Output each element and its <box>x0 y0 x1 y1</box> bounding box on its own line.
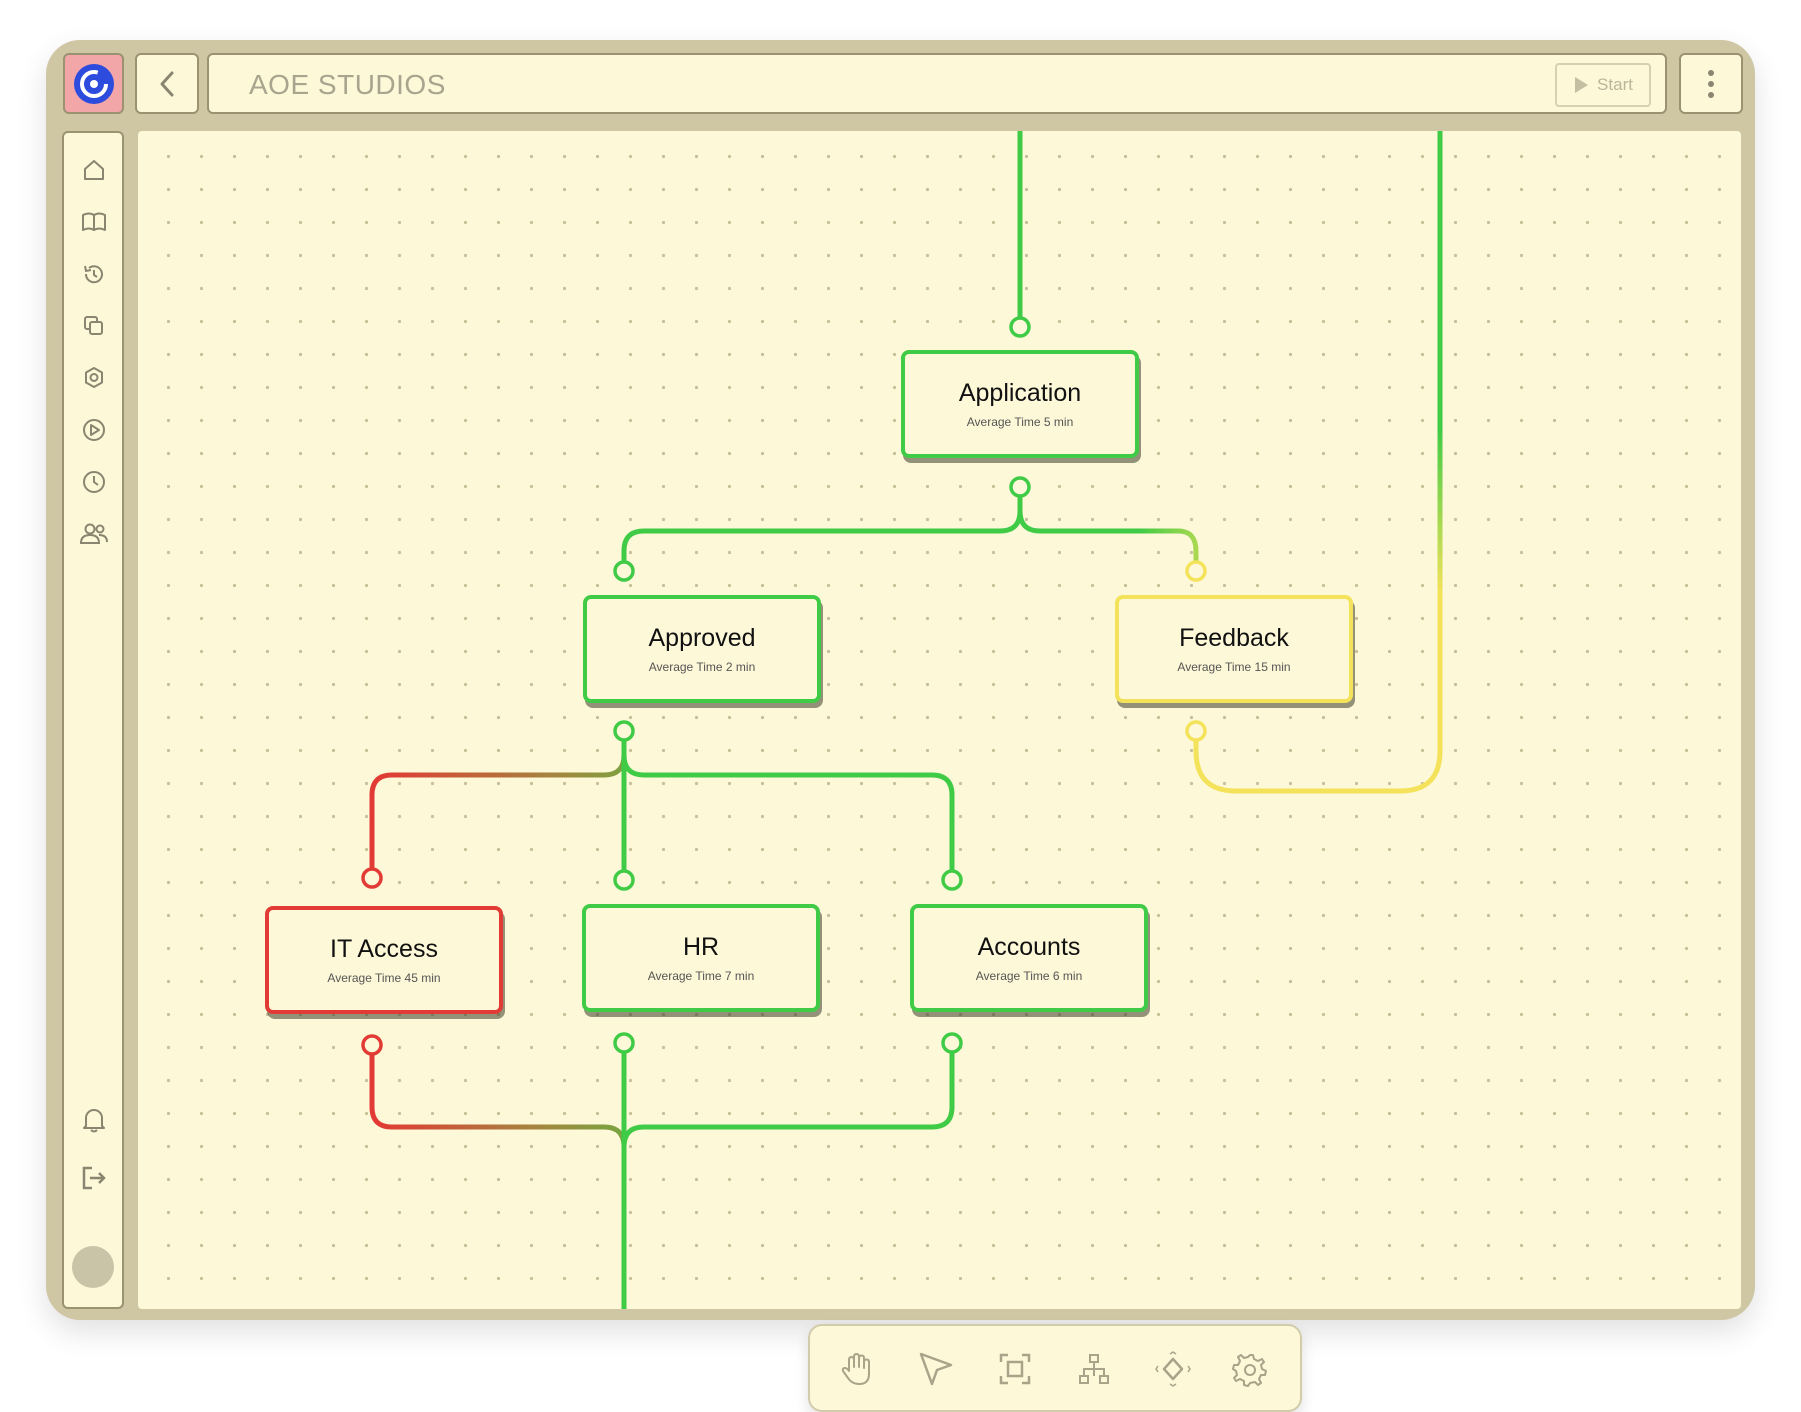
port-approved-in[interactable] <box>613 560 635 582</box>
node-average-time: Average Time 45 min <box>327 971 441 985</box>
port-accounts-out[interactable] <box>941 1032 963 1054</box>
app-logo[interactable] <box>63 53 124 114</box>
pointer-icon[interactable] <box>917 1350 955 1388</box>
node-it-access[interactable]: IT Access Average Time 45 min <box>265 906 503 1014</box>
node-average-time: Average Time 5 min <box>966 415 1074 429</box>
sidebar <box>62 131 124 1309</box>
more-menu-button[interactable] <box>1679 53 1743 114</box>
start-button[interactable]: Start <box>1555 63 1651 107</box>
hand-icon[interactable] <box>838 1350 876 1388</box>
chevron-left-icon <box>160 71 174 96</box>
play-icon <box>1575 77 1589 93</box>
node-application[interactable]: Application Average Time 5 min <box>901 350 1139 458</box>
port-application-in[interactable] <box>1009 316 1031 338</box>
flow-connections <box>361 131 1443 1309</box>
home-icon[interactable] <box>79 155 109 185</box>
logo-icon <box>73 63 114 104</box>
node-title: Accounts <box>977 933 1081 961</box>
node-title: IT Access <box>330 935 438 963</box>
node-hr[interactable]: HR Average Time 7 min <box>582 904 820 1012</box>
port-feedback-in[interactable] <box>1185 560 1207 582</box>
diamond-node-icon[interactable] <box>1154 1350 1192 1388</box>
node-average-time: Average Time 7 min <box>647 969 755 983</box>
settings-icon[interactable] <box>79 363 109 393</box>
connector-itaccess-merge <box>369 1044 627 1150</box>
port-accounts-in[interactable] <box>941 869 963 891</box>
port-hr-out[interactable] <box>613 1032 635 1054</box>
port-feedback-out[interactable] <box>1185 720 1207 742</box>
connector-application-feedback <box>1017 508 1199 574</box>
kebab-menu-icon <box>1708 69 1714 98</box>
node-average-time: Average Time 6 min <box>975 969 1083 983</box>
node-title: Feedback <box>1179 624 1289 652</box>
users-icon[interactable] <box>79 519 109 549</box>
book-icon[interactable] <box>79 207 109 237</box>
connector-application-approved <box>621 484 1023 574</box>
copy-icon[interactable] <box>79 311 109 341</box>
play-circle-icon[interactable] <box>79 415 109 445</box>
history-icon[interactable] <box>79 259 109 289</box>
app-title: AOE STUDIOS <box>249 69 446 100</box>
node-title: HR <box>682 933 720 961</box>
gear-icon[interactable] <box>1231 1350 1269 1388</box>
node-title: Approved <box>648 624 756 652</box>
node-feedback[interactable]: Feedback Average Time 15 min <box>1115 595 1353 703</box>
node-title: Application <box>958 379 1082 407</box>
port-itaccess-out[interactable] <box>361 1034 383 1056</box>
clock-icon[interactable] <box>79 467 109 497</box>
node-approved[interactable]: Approved Average Time 2 min <box>583 595 821 703</box>
node-average-time: Average Time 15 min <box>1177 660 1291 674</box>
bell-icon[interactable] <box>79 1105 109 1135</box>
logout-icon[interactable] <box>79 1163 109 1193</box>
back-button[interactable] <box>135 53 199 114</box>
flow-canvas[interactable]: Application Average Time 5 min Approved … <box>138 131 1741 1412</box>
avatar[interactable] <box>72 1246 114 1288</box>
port-approved-out[interactable] <box>613 720 635 742</box>
node-average-time: Average Time 2 min <box>648 660 756 674</box>
port-itaccess-in[interactable] <box>361 867 383 889</box>
start-button-label: Start <box>1597 75 1633 94</box>
port-application-out[interactable] <box>1009 476 1031 498</box>
hierarchy-icon[interactable] <box>1075 1350 1113 1388</box>
node-accounts[interactable]: Accounts Average Time 6 min <box>910 904 1148 1012</box>
connector-accounts-merge <box>621 1044 955 1150</box>
connector-approved-accounts <box>621 752 955 875</box>
frame-select-icon[interactable] <box>996 1350 1034 1388</box>
connector-approved-itaccess <box>369 728 627 873</box>
canvas-toolbar <box>808 1324 1302 1412</box>
port-hr-in[interactable] <box>613 869 635 891</box>
title-bar: AOE STUDIOS Start <box>207 53 1667 114</box>
